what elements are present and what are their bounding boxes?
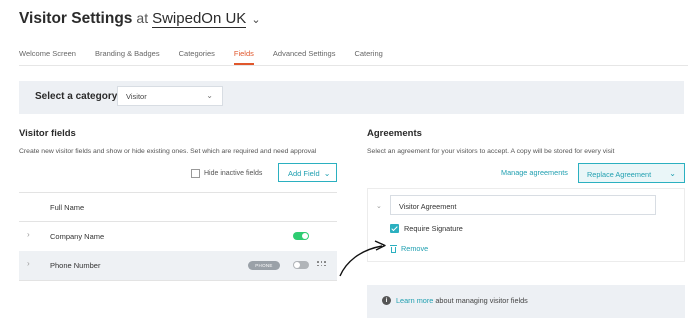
drag-handle-icon[interactable] (317, 261, 326, 269)
visitor-fields-title: Visitor fields (19, 128, 76, 139)
tab-fields[interactable]: Fields (233, 49, 254, 65)
info-box: i Learn more about managing visitor fiel… (367, 285, 685, 318)
toggle-knob (302, 233, 308, 239)
category-select[interactable]: Visitor ⌄ (117, 86, 223, 106)
info-text: Learn more about managing visitor fields (396, 296, 528, 305)
row-divider (19, 280, 337, 281)
hide-inactive-label: Hide inactive fields (204, 170, 263, 177)
field-name: Phone Number (50, 261, 101, 270)
category-label: Select a category (35, 91, 118, 102)
field-name: Company Name (50, 232, 105, 241)
tab-branding-badges[interactable]: Branding & Badges (95, 49, 160, 65)
remove-agreement-link[interactable]: Remove (390, 244, 428, 253)
field-active-toggle[interactable] (293, 232, 309, 240)
require-signature-option[interactable]: Require Signature (390, 224, 463, 233)
tab-advanced-settings[interactable]: Advanced Settings (273, 49, 336, 65)
info-icon: i (382, 296, 391, 305)
visitor-fields-description: Create new visitor fields and show or hi… (19, 148, 317, 155)
replace-agreement-label: Replace Agreement (587, 170, 652, 179)
add-field-label: Add Field (288, 169, 320, 178)
replace-agreement-button[interactable]: Replace Agreement ⌄ (578, 163, 685, 183)
chevron-down-icon[interactable]: ⌄ (251, 13, 260, 26)
learn-more-link[interactable]: Learn more (396, 296, 433, 305)
chevron-right-icon[interactable]: › (27, 230, 30, 239)
tab-divider (19, 65, 688, 66)
tab-welcome-screen[interactable]: Welcome Screen (19, 49, 76, 65)
require-signature-checkbox[interactable] (390, 224, 399, 233)
category-bar: Select a category Visitor ⌄ (19, 81, 684, 114)
toggle-knob (294, 262, 300, 268)
tab-bar: Welcome Screen Branding & Badges Categor… (19, 49, 688, 65)
info-rest-text: about managing visitor fields (433, 296, 528, 305)
agreements-title: Agreements (367, 128, 422, 139)
hide-inactive-toggle[interactable]: Hide inactive fields (191, 169, 262, 178)
annotation-arrow-icon (339, 240, 386, 277)
add-field-button[interactable]: Add Field ⌄ (278, 163, 337, 182)
field-active-toggle[interactable] (293, 261, 309, 269)
agreement-select[interactable]: Visitor Agreement (390, 195, 656, 215)
chevron-down-icon[interactable]: ⌄ (376, 202, 382, 210)
require-signature-label: Require Signature (404, 224, 463, 233)
remove-label: Remove (401, 244, 429, 253)
agreements-description: Select an agreement for your visitors to… (367, 148, 615, 155)
chevron-down-icon: ⌄ (323, 169, 331, 178)
chevron-down-icon: ⌄ (206, 91, 213, 100)
hide-inactive-checkbox[interactable] (191, 169, 200, 178)
org-switcher[interactable]: SwipedOn UK (152, 10, 247, 28)
manage-agreements-link[interactable]: Manage agreements (501, 168, 568, 177)
page-title: Visitor Settings at SwipedOn UK ⌄ (19, 10, 261, 28)
tab-catering[interactable]: Catering (354, 49, 382, 65)
table-row[interactable]: Full Name (19, 193, 337, 222)
tab-categories[interactable]: Categories (179, 49, 215, 65)
field-name: Full Name (50, 203, 85, 212)
chevron-down-icon: ⌄ (669, 169, 676, 178)
table-row[interactable]: › Phone Number PHONE (19, 251, 337, 280)
category-select-value: Visitor (126, 92, 147, 101)
page-title-at: at (136, 10, 149, 26)
page-title-text: Visitor Settings (19, 10, 133, 27)
chevron-right-icon[interactable]: › (27, 259, 30, 268)
field-type-badge: PHONE (248, 261, 280, 270)
table-row[interactable]: › Company Name (19, 222, 337, 251)
